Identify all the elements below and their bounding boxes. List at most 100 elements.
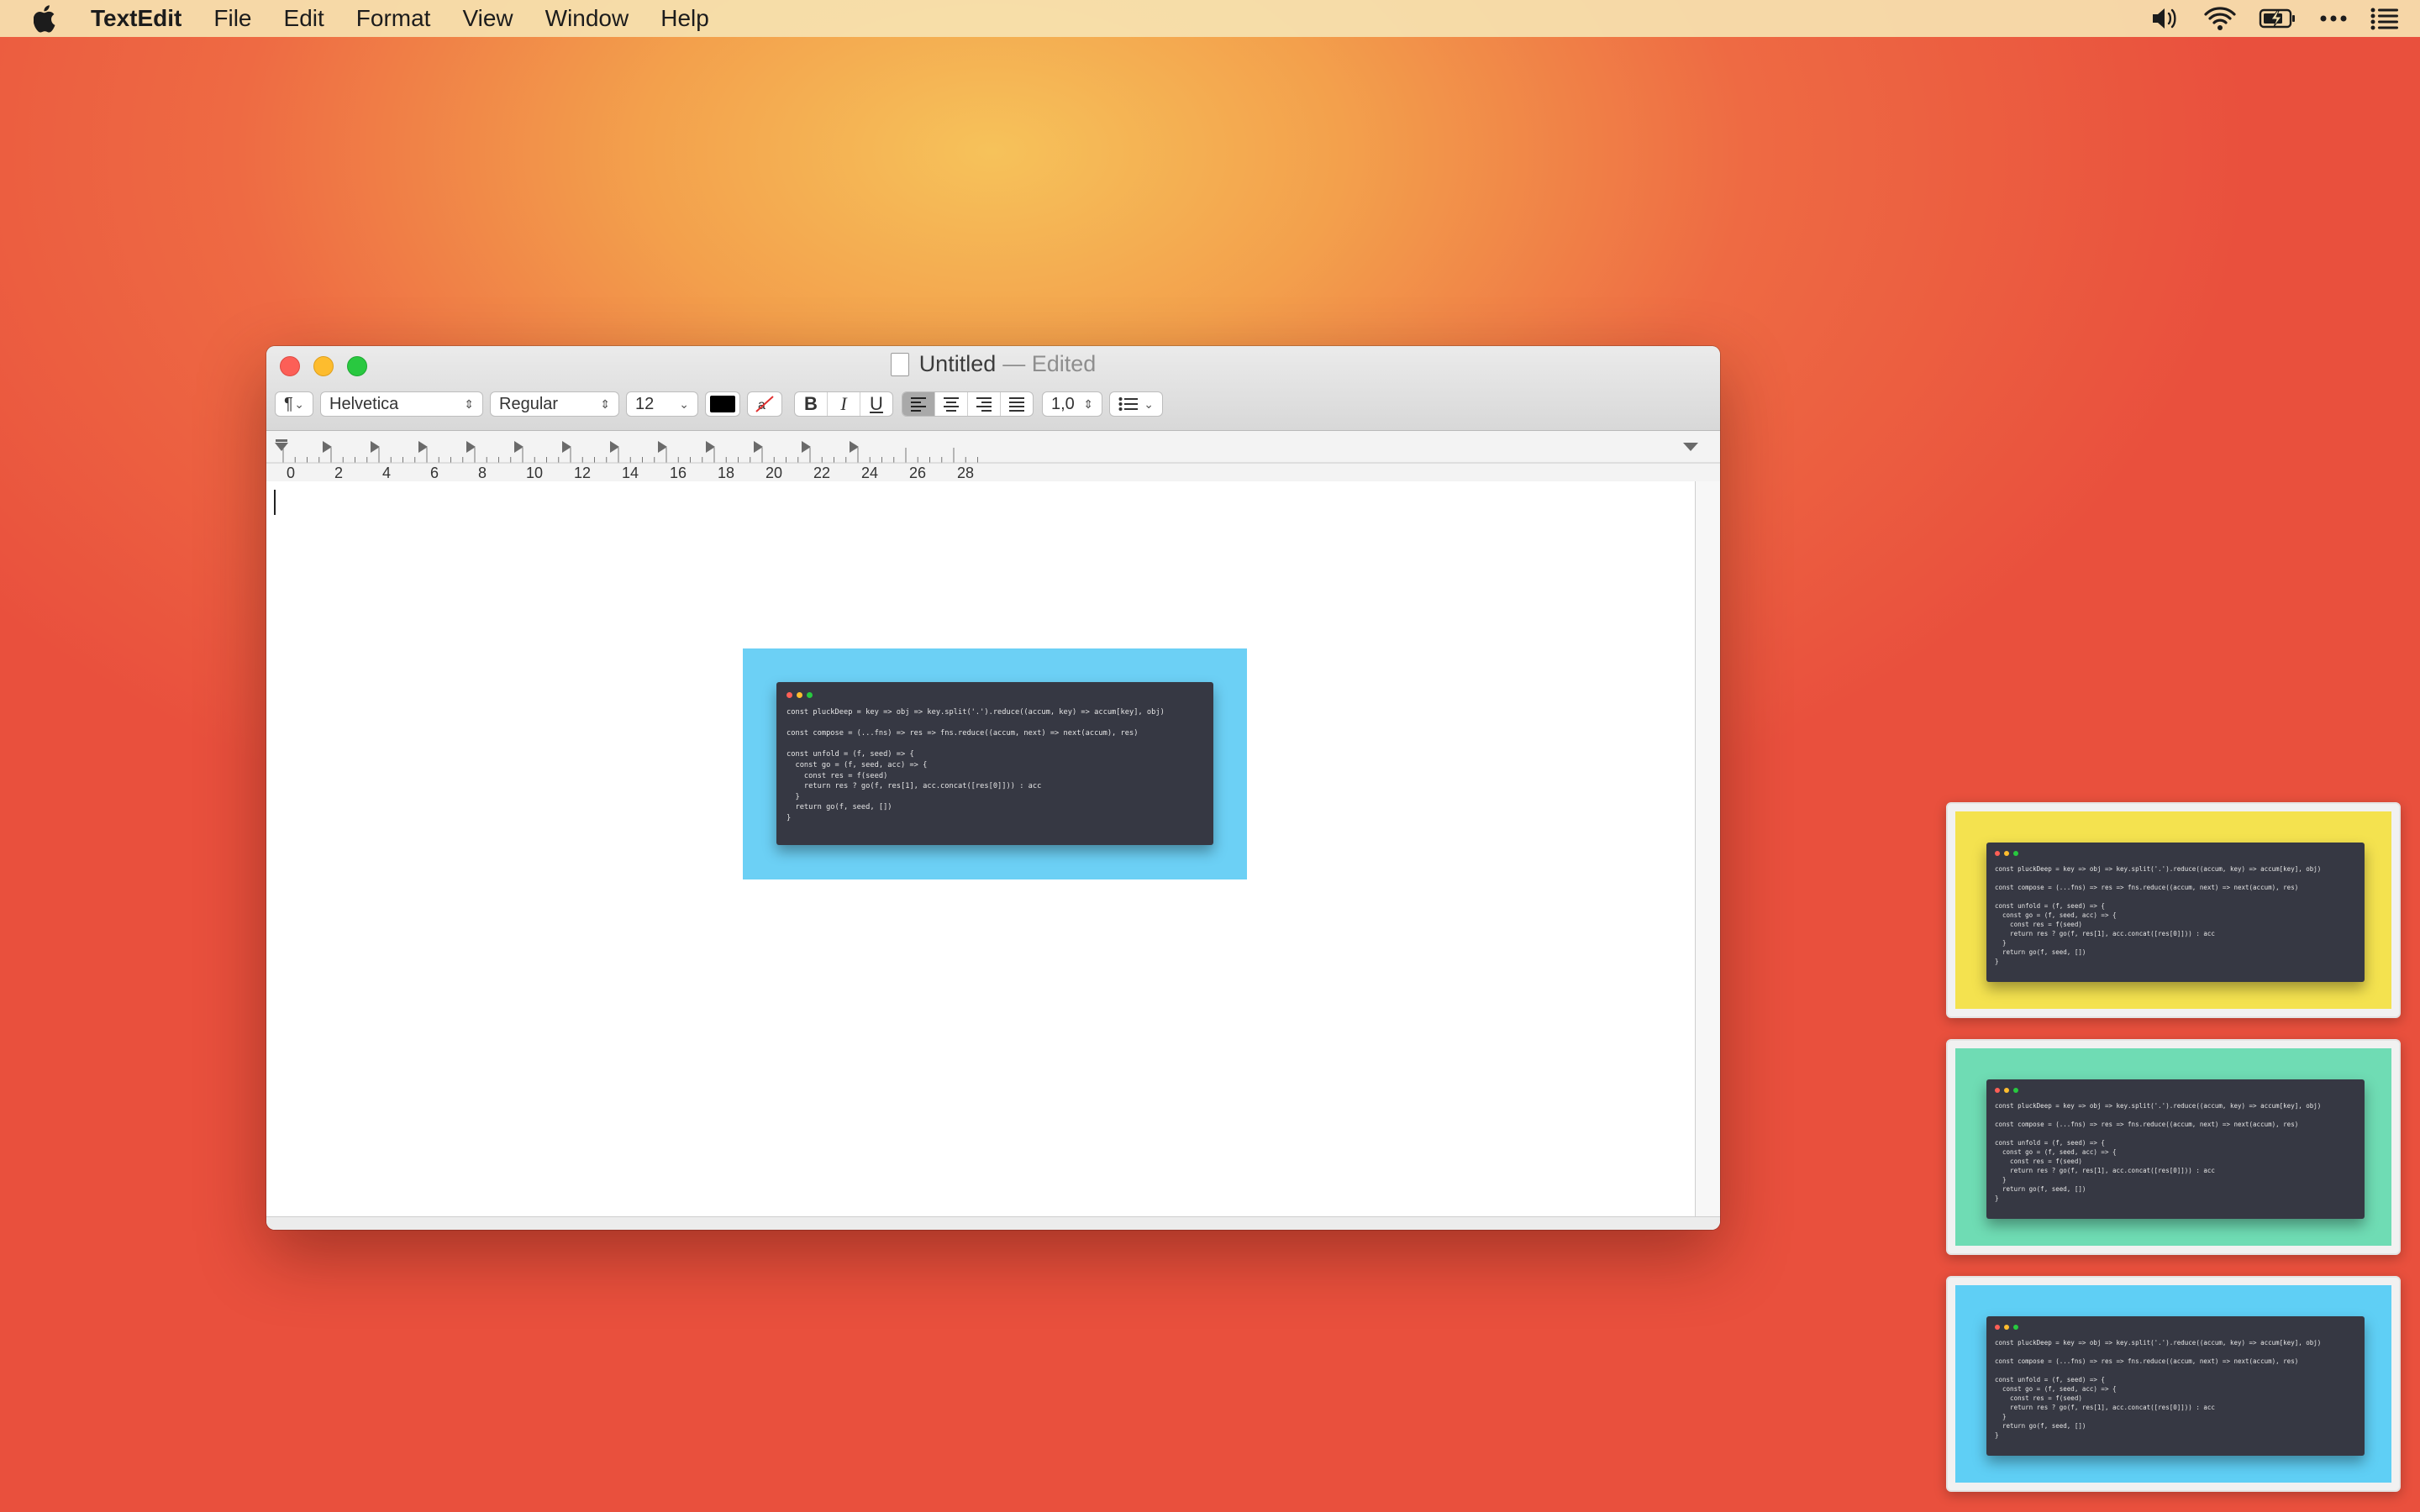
align-left-button[interactable] [902,392,935,416]
paragraph-style-popup[interactable]: ¶ ⌄ [275,391,313,417]
document-icon [890,352,909,376]
align-right-button[interactable] [968,392,1001,416]
tab-stop-marker[interactable] [562,441,571,453]
code-window-dots [1995,1325,2018,1330]
menu-file[interactable]: File [213,5,251,32]
ruler-label: 16 [670,465,687,481]
tab-stop-marker[interactable] [323,441,332,453]
up-down-arrows-icon: ⇕ [1083,396,1093,411]
code-line: } [2002,939,2007,947]
menu-edit[interactable]: Edit [284,5,324,32]
font-style-value: Regular [499,394,559,413]
code-line: const go = (f, seed, acc) => { [2002,1385,2117,1393]
tab-stop-marker[interactable] [754,441,763,453]
align-center-icon [944,397,959,412]
window-title: Untitled — Edited [266,351,1720,377]
tab-stop-marker[interactable] [850,441,859,453]
apple-menu-icon[interactable] [34,4,59,33]
code-line: } [2002,1176,2007,1184]
window-dot-icon [797,692,802,698]
list-style-popup[interactable]: ⌄ [1109,391,1163,417]
line-spacing-popup[interactable]: 1,0 ⇕ [1042,391,1102,417]
tab-stop-marker[interactable] [658,441,667,453]
more-icon[interactable] [2319,6,2348,31]
right-margin-marker[interactable] [1683,443,1698,451]
battery-charging-icon[interactable] [2259,7,2297,30]
menu-format[interactable]: Format [356,5,431,32]
control-center-icon[interactable] [2370,6,2400,31]
window-dot-icon [2004,1088,2009,1093]
code-line: const compose = (...fns) => res => fns.r… [1995,884,2299,891]
code-line: const pluckDeep = key => obj => key.spli… [786,708,1165,717]
code-line: const compose = (...fns) => res => fns.r… [786,729,1139,738]
text-color-swatch [710,396,735,412]
code-line: const compose = (...fns) => res => fns.r… [1995,1357,2299,1365]
window-dot-icon [807,692,813,698]
title-bar[interactable]: Untitled — Edited ¶ ⌄ Helvetica ⇕ Regular ⇕… [266,346,1720,431]
tab-stop-marker[interactable] [418,441,428,453]
code-text: const pluckDeep = key => obj => key.spli… [1995,1101,2321,1203]
code-line: } [1995,1431,1999,1439]
code-window-dots [786,692,813,698]
code-text: const pluckDeep = key => obj => key.spli… [786,707,1165,824]
font-style-popup[interactable]: Regular ⇕ [490,391,619,417]
underline-button[interactable]: U [860,392,892,416]
ruler-label: 14 [622,465,639,481]
ruler-label: 2 [334,465,343,481]
menu-window[interactable]: Window [545,5,629,32]
code-line: return res ? go(f, res[1], acc.concat([r… [2010,930,2215,937]
screenshot-thumbnail-yellow[interactable]: const pluckDeep = key => obj => key.spli… [1946,802,2401,1018]
volume-icon[interactable] [2151,6,2181,31]
code-line: const res = f(seed) [803,771,888,780]
left-indent-marker[interactable] [275,443,288,451]
window-dot-icon [1995,851,2000,856]
paragraph-icon: ¶ [284,394,293,413]
thumbnail-image: const pluckDeep = key => obj => key.spli… [1955,811,2391,1009]
document-text-area[interactable]: const pluckDeep = key => obj => key.spli… [266,481,1696,1217]
tab-stop-marker[interactable] [706,441,715,453]
tab-stop-marker[interactable] [514,441,523,453]
menu-view[interactable]: View [462,5,513,32]
ruler[interactable]: 0 2 4 6 8 10 12 14 16 18 20 22 24 26 28 [266,431,1720,482]
code-line: const go = (f, seed, acc) => { [2002,1148,2117,1156]
code-window: const pluckDeep = key => obj => key.spli… [1986,1079,2365,1219]
tab-stop-marker[interactable] [466,441,476,453]
highlight-color-well[interactable]: a [747,391,782,417]
code-line: const compose = (...fns) => res => fns.r… [1995,1121,2299,1128]
screenshot-thumbnail-blue[interactable]: const pluckDeep = key => obj => key.spli… [1946,1276,2401,1492]
text-color-well[interactable] [705,391,740,417]
ruler-label: 26 [909,465,926,481]
code-line: const unfold = (f, seed) => { [1995,1139,2105,1147]
window-dot-icon [2013,1088,2018,1093]
ruler-label: 12 [574,465,591,481]
code-line: const go = (f, seed, acc) => { [2002,911,2117,919]
code-text: const pluckDeep = key => obj => key.spli… [1995,864,2321,966]
tab-stop-marker[interactable] [610,441,619,453]
screenshot-thumbnail-green[interactable]: const pluckDeep = key => obj => key.spli… [1946,1039,2401,1255]
tab-stop-marker[interactable] [371,441,380,453]
tab-stop-marker[interactable] [802,441,811,453]
code-line: } [2002,1413,2007,1420]
embedded-code-image[interactable]: const pluckDeep = key => obj => key.spli… [743,648,1247,879]
wifi-icon[interactable] [2203,6,2237,31]
vertical-scroll-track[interactable] [1696,481,1720,1217]
justify-button[interactable] [1001,392,1033,416]
line-spacing-value: 1,0 [1051,394,1075,413]
first-line-indent-marker[interactable] [276,439,287,442]
code-line: const pluckDeep = key => obj => key.spli… [1995,865,2322,873]
menu-app-name[interactable]: TextEdit [91,5,182,32]
font-family-popup[interactable]: Helvetica ⇕ [320,391,483,417]
menu-help[interactable]: Help [660,5,709,32]
code-window: const pluckDeep = key => obj => key.spli… [1986,1316,2365,1456]
text-style-group: B I U [794,391,893,417]
bold-button[interactable]: B [795,392,828,416]
thumbnail-image: const pluckDeep = key => obj => key.spli… [1955,1285,2391,1483]
code-line: const unfold = (f, seed) => { [1995,1376,2105,1383]
code-line: const res = f(seed) [2010,1394,2082,1402]
align-center-button[interactable] [935,392,968,416]
window-dot-icon [2004,1325,2009,1330]
chevron-down-icon: ⌄ [679,396,689,411]
italic-button[interactable]: I [828,392,860,416]
code-line: const pluckDeep = key => obj => key.spli… [1995,1339,2322,1347]
font-size-combo[interactable]: 12 ⌄ [626,391,698,417]
